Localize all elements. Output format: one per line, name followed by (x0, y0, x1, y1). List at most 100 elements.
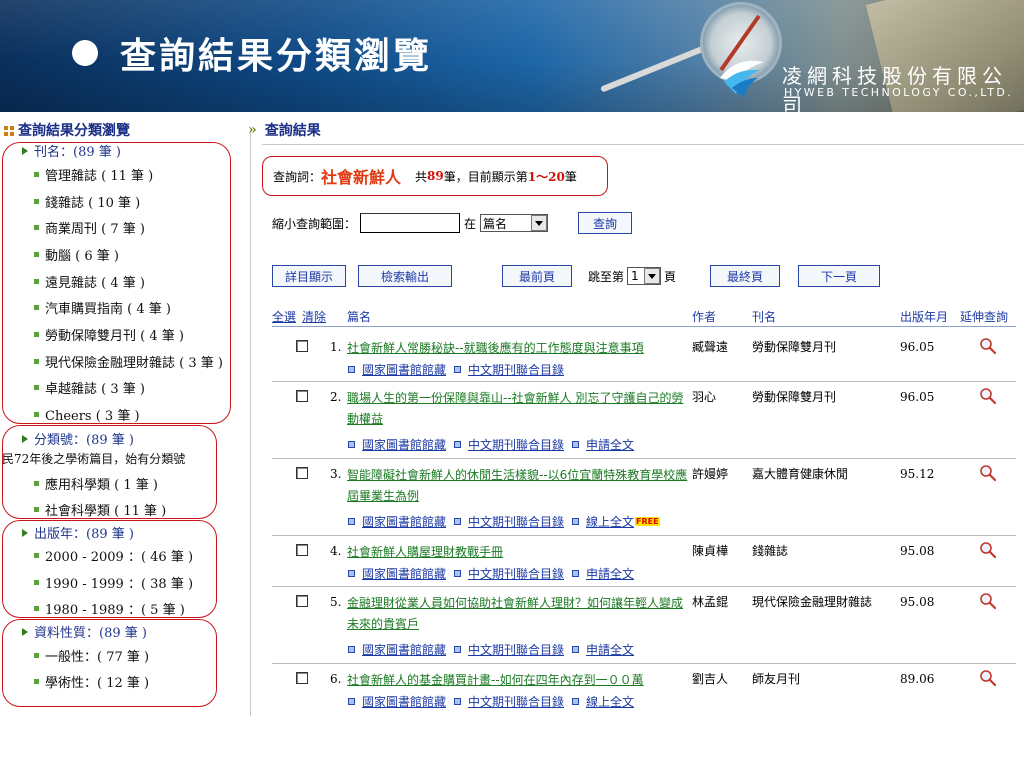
facet-item[interactable]: 一般性：( 77 筆 ) (34, 646, 149, 665)
record-journal: 嘉大體育健康休閒 (752, 467, 849, 481)
record-links: 國家圖書館館藏 中文期刊聯合目錄 線上全文 FREE (348, 513, 668, 530)
select-checkbox[interactable] (296, 672, 308, 684)
facet-item[interactable]: 錢雜誌 ( 10 筆 ) (34, 192, 140, 211)
holdings-link[interactable]: 國家圖書館館藏 (348, 693, 446, 710)
online-fulltext-link[interactable]: 線上全文 (572, 693, 634, 710)
record-author: 林孟錕 (692, 595, 729, 609)
row-separator (272, 458, 1016, 459)
holdings-link[interactable]: 國家圖書館館藏 (348, 565, 446, 582)
col-title: 篇名 (347, 310, 372, 324)
select-checkbox[interactable] (296, 340, 308, 352)
holdings-link[interactable]: 國家圖書館館藏 (348, 361, 446, 378)
facet-item[interactable]: 管理雜誌 ( 11 筆 ) (34, 165, 153, 184)
select-all-link[interactable]: 全選 (272, 308, 296, 325)
last-page-button[interactable]: 最終頁 (710, 265, 780, 287)
holdings-link[interactable]: 國家圖書館館藏 (348, 641, 446, 658)
request-fulltext-link[interactable]: 申請全文 (572, 565, 634, 582)
extend-search-magnifier-icon[interactable] (978, 463, 998, 483)
extend-search-magnifier-icon[interactable] (978, 540, 998, 560)
title-bullet-icon (72, 40, 98, 66)
select-checkbox[interactable] (296, 544, 308, 556)
record-journal: 現代保險金融理財雜誌 (752, 595, 873, 609)
union-catalog-link[interactable]: 中文期刊聯合目錄 (454, 436, 564, 453)
company-name-en: HYWEB TECHNOLOGY CO.,LTD. (784, 86, 1014, 99)
record-title-link[interactable]: 智能障礙社會新鮮人的休閒生活樣貌--以6位宜蘭特殊教育學校應屆畢業生為例 (347, 465, 689, 507)
next-page-button[interactable]: 下一頁 (798, 265, 880, 287)
facet-item[interactable]: 汽車購買指南 ( 4 筆 ) (34, 298, 171, 317)
select-checkbox[interactable] (296, 595, 308, 607)
facet-item[interactable]: 2000 - 2009 ：( 46 筆 ) (34, 546, 193, 565)
facet-item[interactable]: 應用科學類 ( 1 筆 ) (34, 474, 158, 493)
bullet-icon (34, 580, 39, 585)
square-bullet-icon (348, 366, 355, 373)
page-select[interactable]: 1 (627, 267, 662, 285)
classification-note: 民72年後之學術篇目，始有分類號 (2, 452, 186, 466)
union-catalog-link[interactable]: 中文期刊聯合目錄 (454, 693, 564, 710)
field-select[interactable]: 篇名 (480, 214, 549, 232)
group-title-classification[interactable]: 分類號：(89 筆 ) (22, 429, 134, 448)
record-links: 國家圖書館館藏 中文期刊聯合目錄 申請全文 (348, 436, 642, 453)
square-bullet-icon (348, 698, 355, 705)
facet-item[interactable]: 商業周刊 ( 7 筆 ) (34, 218, 145, 237)
bullet-icon (34, 481, 39, 486)
group-title-nature[interactable]: 資料性質：(89 筆 ) (22, 622, 147, 641)
search-button[interactable]: 查詢 (578, 212, 633, 234)
result-row: 4. 社會新鮮人購屋理財教戰手冊 陳貞樺 錢雜誌 95.08 國家圖書館館藏 中… (272, 538, 1016, 584)
square-bullet-icon (348, 646, 355, 653)
square-bullet-icon (572, 570, 580, 577)
record-title-link[interactable]: 職場人生的第一份保障與靠山--社會新鮮人 別忘了守護自己的勞動權益 (347, 388, 689, 430)
holdings-link[interactable]: 國家圖書館館藏 (348, 436, 446, 453)
select-checkbox[interactable] (296, 390, 308, 402)
extend-search-magnifier-icon[interactable] (978, 668, 998, 688)
first-page-button[interactable]: 最前頁 (502, 265, 572, 287)
record-title-link[interactable]: 社會新鮮人常勝秘訣--就職後應有的工作態度與注意事項 (347, 338, 689, 359)
record-author: 臧聲遠 (692, 340, 729, 354)
union-catalog-link[interactable]: 中文期刊聯合目錄 (454, 361, 564, 378)
group-title-year[interactable]: 出版年：(89 筆 ) (22, 523, 134, 542)
detail-view-button[interactable]: 詳目顯示 (272, 265, 346, 287)
request-fulltext-link[interactable]: 申請全文 (572, 641, 634, 658)
facet-item[interactable]: 勞動保障雙月刊 ( 4 筆 ) (34, 325, 184, 344)
facet-item[interactable]: 學術性：( 12 筆 ) (34, 672, 149, 691)
facet-item[interactable]: 現代保險金融理財雜誌 ( 3 筆 ) (34, 352, 223, 371)
square-bullet-icon (454, 646, 462, 653)
record-date: 89.06 (900, 672, 935, 686)
results-column-header: 全選 清除 篇名 作者 刊名 出版年月 延伸查詢 (272, 302, 1016, 326)
facet-item[interactable]: Cheers ( 3 筆 ) (34, 405, 140, 424)
bullet-icon (34, 412, 39, 417)
record-title-link[interactable]: 社會新鮮人的基金購買計畫--如何在四年內存到一００萬 (347, 670, 689, 691)
clear-link[interactable]: 清除 (302, 308, 326, 325)
facet-item[interactable]: 遠見雜誌 ( 4 筆 ) (34, 272, 145, 291)
holdings-link[interactable]: 國家圖書館館藏 (348, 513, 446, 530)
record-journal: 錢雜誌 (752, 544, 789, 558)
narrow-search-input[interactable] (360, 213, 461, 233)
union-catalog-link[interactable]: 中文期刊聯合目錄 (454, 641, 564, 658)
export-button[interactable]: 檢索輸出 (358, 265, 452, 287)
narrow-label: 縮小查詢範圍： (272, 216, 357, 231)
header-rule (272, 326, 1016, 327)
select-checkbox[interactable] (296, 467, 308, 479)
extend-search-magnifier-icon[interactable] (978, 336, 998, 356)
header-banner: 查詢結果分類瀏覽 凌網科技股份有限公司 HYWEB TECHNOLOGY CO.… (0, 0, 1024, 112)
union-catalog-link[interactable]: 中文期刊聯合目錄 (454, 565, 564, 582)
extend-search-magnifier-icon[interactable] (978, 386, 998, 406)
union-catalog-link[interactable]: 中文期刊聯合目錄 (454, 513, 564, 530)
grid-bullet-icon (4, 126, 14, 136)
arrow-right-icon (22, 434, 28, 443)
facet-item[interactable]: 卓越雜誌 ( 3 筆 ) (34, 378, 145, 397)
online-fulltext-link[interactable]: 線上全文 FREE (572, 513, 660, 530)
facet-item[interactable]: 動腦 ( 6 筆 ) (34, 245, 119, 264)
dropdown-arrow-icon (531, 215, 548, 231)
request-fulltext-link[interactable]: 申請全文 (572, 436, 634, 453)
facet-item[interactable]: 社會科學類 ( 11 筆 ) (34, 500, 166, 519)
result-row: 5. 金融理財從業人員如何協助社會新鮮人理財？如何讓年輕人變成未來的貴賓戶 林孟… (272, 589, 1016, 661)
extend-search-magnifier-icon[interactable] (978, 591, 998, 611)
record-title-link[interactable]: 社會新鮮人購屋理財教戰手冊 (347, 542, 689, 563)
bullet-icon (34, 606, 39, 611)
record-title-link[interactable]: 金融理財從業人員如何協助社會新鮮人理財？如何讓年輕人變成未來的貴賓戶 (347, 593, 689, 635)
arrow-right-icon (22, 146, 28, 155)
record-date: 95.08 (900, 595, 935, 609)
facet-item[interactable]: 1990 - 1999 ：( 38 筆 ) (34, 573, 193, 592)
facet-item[interactable]: 1980 - 1989 ：( 5 筆 ) (34, 599, 185, 618)
group-title-journal[interactable]: 刊名：(89 筆 ) (22, 141, 121, 160)
